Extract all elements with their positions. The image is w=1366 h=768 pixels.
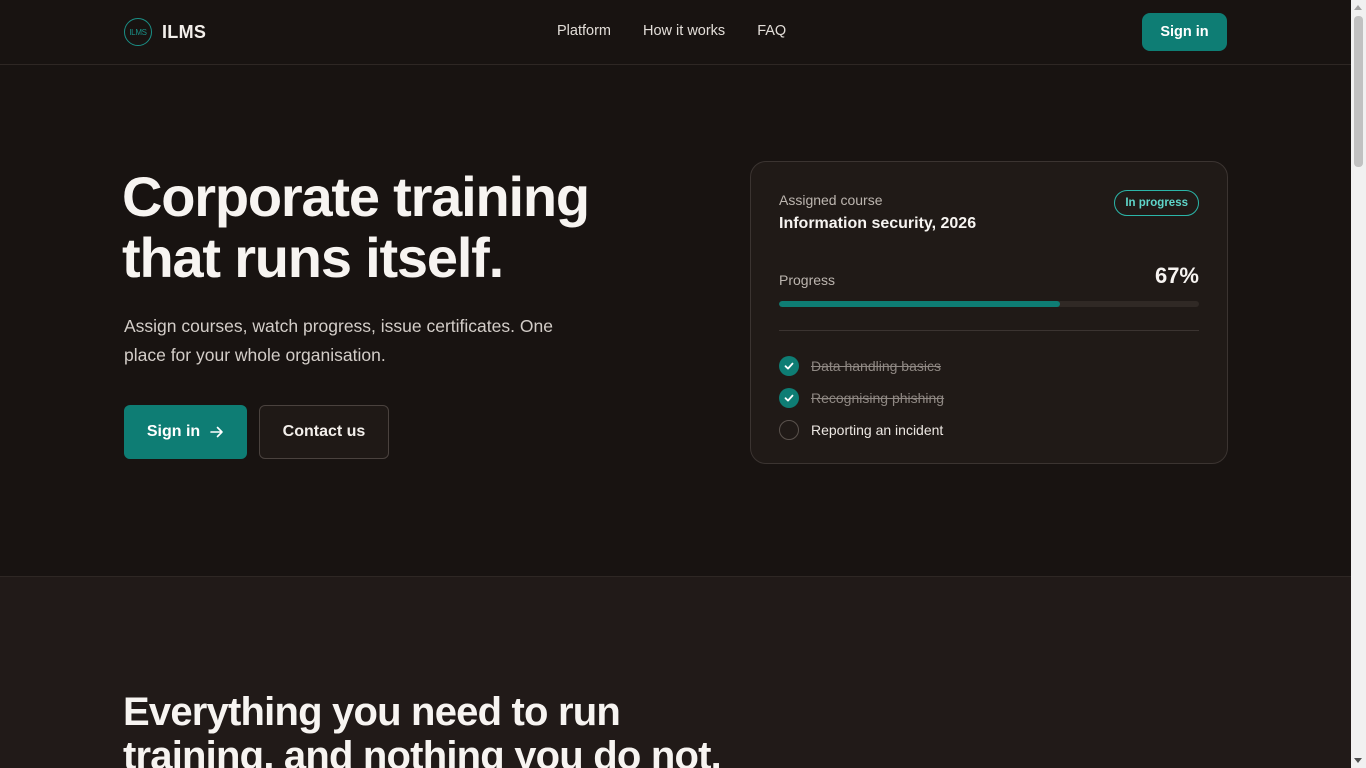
main-nav: Platform How it works FAQ bbox=[557, 23, 786, 39]
status-badge: In progress bbox=[1114, 190, 1199, 216]
empty-circle-icon bbox=[779, 420, 799, 440]
arrow-right-icon bbox=[210, 426, 223, 438]
page-scrollbar[interactable] bbox=[1351, 0, 1366, 768]
lesson-item-label: Data handling basics bbox=[811, 358, 941, 374]
lesson-item-label: Recognising phishing bbox=[811, 390, 945, 406]
nav-item-platform[interactable]: Platform bbox=[557, 23, 611, 39]
card-eyebrow: Assigned course bbox=[779, 192, 883, 208]
course-title: Information security, 2026 bbox=[779, 215, 977, 232]
progress-value: 67% bbox=[1154, 263, 1199, 288]
features-title-line-1: Everything you need to run bbox=[123, 690, 621, 734]
hero-title: Corporate training that runs itself. bbox=[122, 166, 682, 288]
features-title: Everything you need to run training, and… bbox=[123, 690, 823, 768]
scroll-up-arrow-icon[interactable] bbox=[1354, 5, 1362, 10]
site-header: ILMS ILMS Platform How it works FAQ Sign… bbox=[0, 0, 1351, 65]
progress-label: Progress bbox=[779, 272, 836, 288]
lesson-item: Recognising phishing bbox=[779, 382, 944, 414]
contact-us-button[interactable]: Contact us bbox=[259, 405, 389, 459]
ilms-logo-icon: ILMS bbox=[124, 18, 152, 46]
brand-name: ILMS bbox=[162, 21, 207, 42]
scrollbar-thumb[interactable] bbox=[1354, 16, 1363, 167]
lesson-item: Reporting an incident bbox=[779, 414, 944, 446]
hero-sign-in-button[interactable]: Sign in bbox=[124, 405, 247, 459]
scroll-down-arrow-icon[interactable] bbox=[1354, 758, 1362, 763]
check-icon bbox=[779, 356, 799, 376]
header-sign-in-button[interactable]: Sign in bbox=[1142, 13, 1227, 51]
course-card: Assigned course Information security, 20… bbox=[750, 161, 1228, 464]
hero-sign-in-label: Sign in bbox=[146, 423, 201, 440]
lesson-checklist: Data handling basics Recognising phishing… bbox=[779, 350, 944, 446]
hero-title-line-2: that runs itself. bbox=[122, 226, 504, 289]
hero-title-line-1: Corporate training bbox=[122, 165, 590, 228]
hero-subtitle: Assign courses, watch progress, issue ce… bbox=[124, 316, 553, 365]
progress-bar bbox=[779, 301, 1199, 307]
nav-item-faq[interactable]: FAQ bbox=[757, 23, 786, 39]
features-section: Everything you need to run training, and… bbox=[0, 576, 1351, 768]
progress-bar-fill bbox=[779, 301, 1061, 307]
lesson-item-label: Reporting an incident bbox=[811, 422, 944, 438]
lesson-item: Data handling basics bbox=[779, 350, 944, 382]
check-icon bbox=[779, 388, 799, 408]
nav-item-how-it-works[interactable]: How it works bbox=[643, 23, 725, 39]
card-divider bbox=[779, 330, 1199, 331]
features-title-line-2: training, and nothing you do not. bbox=[123, 734, 722, 768]
brand[interactable]: ILMS ILMS bbox=[124, 18, 206, 46]
